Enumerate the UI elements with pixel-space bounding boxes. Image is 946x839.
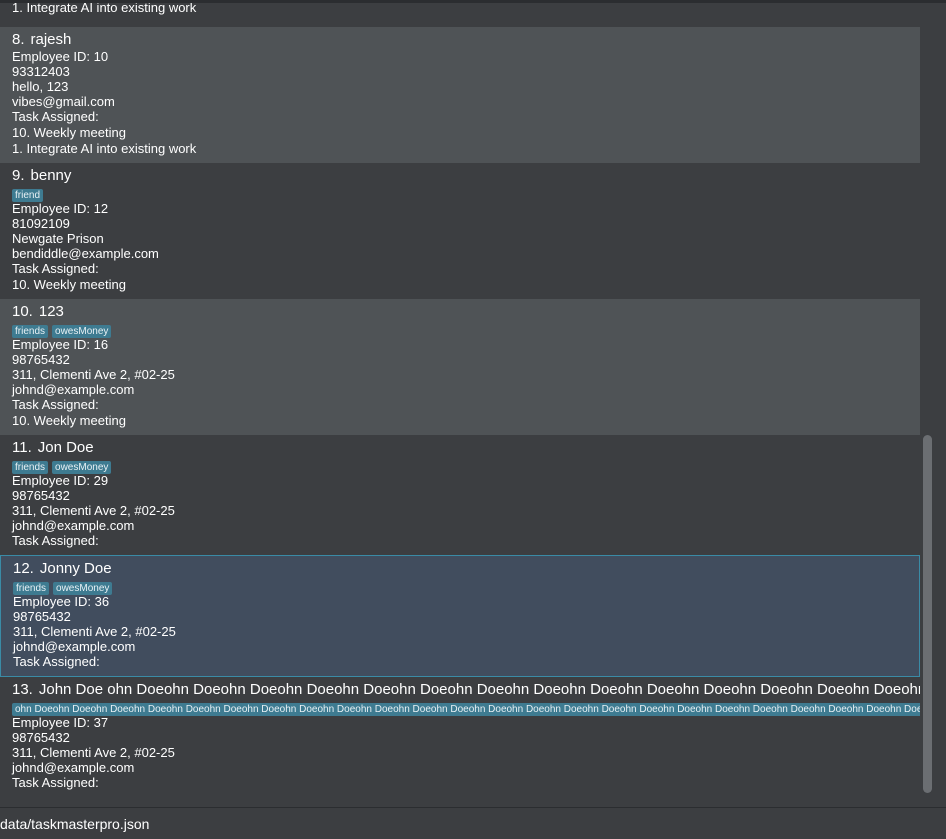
tag-list: friends owesMoney xyxy=(12,322,908,338)
person-title: 8. rajesh xyxy=(12,30,908,49)
employee-id: Employee ID: 16 xyxy=(12,337,109,352)
tag-list: ohn Doeohn Doeohn Doeohn Doeohn Doeohn D… xyxy=(12,700,920,716)
person-index: 8. xyxy=(12,31,25,48)
address: 311, Clementi Ave 2, #02-25 xyxy=(12,503,175,518)
person-title: 10. 123 xyxy=(12,302,908,321)
address: hello, 123 xyxy=(12,79,69,94)
address: Newgate Prison xyxy=(12,231,104,246)
task-item: 10. Weekly meeting xyxy=(12,125,126,140)
person-name: benny xyxy=(30,167,72,184)
person-name: Jonny Doe xyxy=(39,560,112,577)
save-file-path: data/taskmasterpro.json xyxy=(0,816,150,832)
person-name: Jon Doe xyxy=(37,439,94,456)
phone: 98765432 xyxy=(12,352,70,367)
employee-id: Employee ID: 29 xyxy=(12,473,109,488)
employee-id: Employee ID: 12 xyxy=(12,201,109,216)
email: johnd@example.com xyxy=(12,518,135,533)
person-index: 10. xyxy=(12,303,33,320)
partial-task-line: 1. Integrate AI into existing work xyxy=(12,3,197,15)
address: 311, Clementi Ave 2, #02-25 xyxy=(13,624,176,639)
email: johnd@example.com xyxy=(12,382,135,397)
person-index: 9. xyxy=(12,167,25,184)
phone: 81092109 xyxy=(12,216,70,231)
phone: 93312403 xyxy=(12,64,70,79)
person-card[interactable]: 11. Jon Doe friends owesMoney Employee ID:… xyxy=(0,435,920,555)
tag: ohn Doeohn Doeohn Doeohn Doeohn Doeohn D… xyxy=(12,703,920,716)
task-assigned-label: Task Assigned: xyxy=(12,775,99,790)
employee-id: Employee ID: 36 xyxy=(13,594,110,609)
person-name: rajesh xyxy=(30,31,72,48)
task-assigned-label: Task Assigned: xyxy=(12,397,99,412)
employee-id: Employee ID: 37 xyxy=(12,715,109,730)
phone: 98765432 xyxy=(12,488,70,503)
phone: 98765432 xyxy=(13,609,71,624)
email: johnd@example.com xyxy=(13,639,136,654)
employee-id: Employee ID: 10 xyxy=(12,49,109,64)
task-assigned-label: Task Assigned: xyxy=(12,533,99,548)
task-assigned-label: Task Assigned: xyxy=(12,109,99,124)
person-list[interactable]: 1. Integrate AI into existing work 8. raj… xyxy=(0,3,920,797)
task-item: 10. Weekly meeting xyxy=(12,277,126,292)
person-card[interactable]: 10. 123 friends owesMoney Employee ID: 16 … xyxy=(0,299,920,435)
person-index: 13. xyxy=(12,681,33,698)
person-title: 13. John Doe ohn Doeohn Doeohn Doeohn Doe… xyxy=(12,680,920,699)
person-name: John Doe ohn Doeohn Doeohn Doeohn Doeohn… xyxy=(38,681,920,698)
list-bottom-gap xyxy=(0,797,946,807)
email: johnd@example.com xyxy=(12,760,135,775)
person-index: 12. xyxy=(13,560,34,577)
person-card-selected[interactable]: 12. Jonny Doe friends owesMoney Employee I… xyxy=(0,555,920,677)
scrollbar-thumb[interactable] xyxy=(923,435,932,793)
email: vibes@gmail.com xyxy=(12,94,115,109)
email: bendiddle@example.com xyxy=(12,246,159,261)
person-title: 12. Jonny Doe xyxy=(13,559,907,578)
phone: 98765432 xyxy=(12,730,70,745)
task-assigned-label: Task Assigned: xyxy=(12,261,99,276)
person-title: 11. Jon Doe xyxy=(12,438,908,457)
address: 311, Clementi Ave 2, #02-25 xyxy=(12,745,175,760)
person-name: 123 xyxy=(38,303,64,320)
task-item: 10. Weekly meeting xyxy=(12,413,126,428)
person-card[interactable]: 13. John Doe ohn Doeohn Doeohn Doeohn Doe… xyxy=(0,677,920,797)
tag-list: friends owesMoney xyxy=(13,579,907,595)
tag-list: friends owesMoney xyxy=(12,458,908,474)
status-bar: data/taskmasterpro.json xyxy=(0,807,946,839)
tag-list: friend xyxy=(12,186,908,202)
partial-list-item[interactable]: 1. Integrate AI into existing work xyxy=(0,3,920,27)
address: 311, Clementi Ave 2, #02-25 xyxy=(12,367,175,382)
person-card[interactable]: 8. rajesh Employee ID: 10 93312403 hello,… xyxy=(0,27,920,163)
task-assigned-label: Task Assigned: xyxy=(13,654,100,669)
person-card[interactable]: 9. benny friend Employee ID: 12 81092109 … xyxy=(0,163,920,299)
person-index: 11. xyxy=(12,439,32,456)
person-title: 9. benny xyxy=(12,166,908,185)
task-item: 1. Integrate AI into existing work xyxy=(12,141,197,156)
